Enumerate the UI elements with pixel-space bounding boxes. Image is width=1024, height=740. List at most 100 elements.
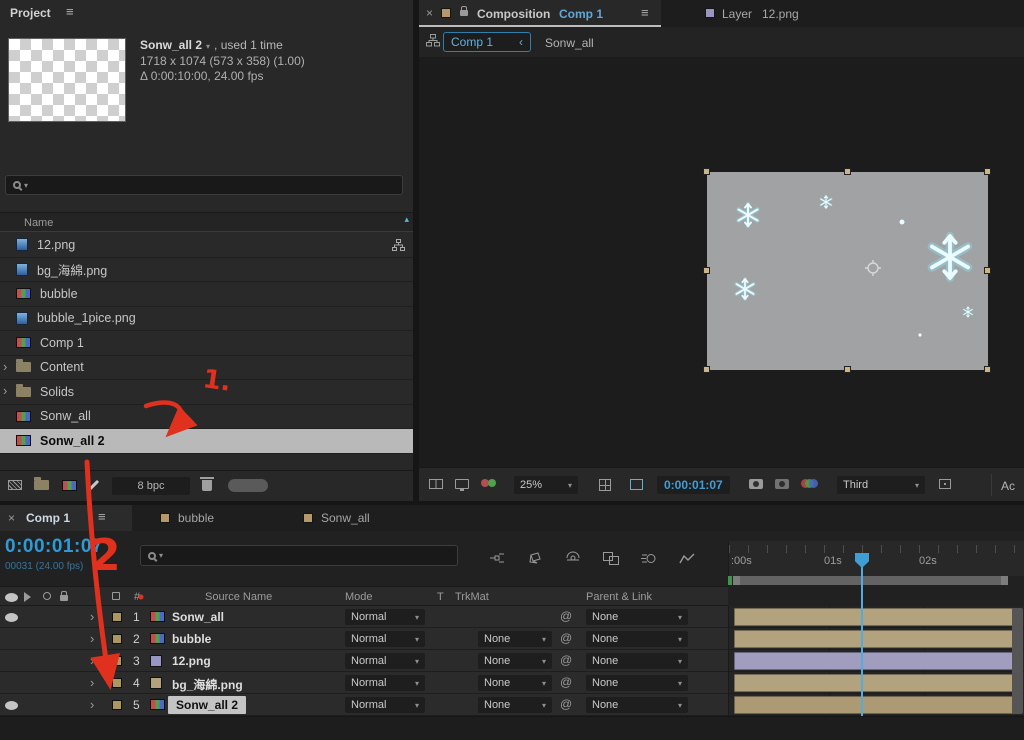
show-snapshot-icon[interactable] [775, 479, 789, 489]
camera-view-label[interactable]: Ac [1001, 479, 1015, 493]
tab-layer[interactable]: Layer 12.png [700, 0, 860, 27]
selection-handle[interactable] [844, 366, 851, 373]
selected-layer-frame[interactable] [707, 172, 988, 370]
selection-handle[interactable] [703, 267, 710, 274]
mode-column-header[interactable]: Mode [345, 591, 373, 603]
region-of-interest-icon[interactable] [630, 479, 643, 490]
project-item-label[interactable]: Content [40, 360, 84, 374]
layer-label-color-chip[interactable] [112, 656, 122, 666]
project-item-label[interactable]: bg_海綿.png [37, 260, 107, 279]
close-icon[interactable]: × [8, 511, 15, 525]
layer-mode-dropdown[interactable]: Normal ▾ [345, 675, 425, 691]
parent-pickwhip-icon[interactable]: @ [560, 609, 572, 623]
project-item[interactable]: bg_海綿.png [0, 257, 413, 282]
adjustment-pen-icon[interactable] [87, 479, 100, 492]
layer-duration-bar[interactable] [734, 652, 1013, 670]
project-item-label[interactable]: bubble_1pice.png [37, 311, 136, 325]
number-column-header[interactable]: # [134, 591, 140, 603]
t-column-header[interactable]: T [437, 591, 444, 603]
selection-handle[interactable] [703, 168, 710, 175]
project-item[interactable]: Sonw_all [0, 404, 413, 429]
shy-layers-icon[interactable] [560, 547, 586, 569]
solo-column-icon[interactable] [43, 592, 51, 600]
timeline-layer-row[interactable]: › 2 bubble Normal ▾ None ▾ @ None ▾ [0, 628, 728, 650]
project-item[interactable]: bubble [0, 282, 413, 307]
composition-viewport[interactable] [419, 57, 1024, 467]
interpret-footage-icon[interactable] [8, 480, 22, 490]
mini-flowchart-icon[interactable] [426, 34, 440, 50]
layer-expand-chevron-icon[interactable]: › [90, 631, 94, 646]
monitor-icon[interactable] [455, 479, 469, 491]
project-item[interactable]: › Content [0, 355, 413, 380]
audio-column-speaker-icon[interactable] [24, 592, 36, 602]
breadcrumb-layer-label[interactable]: Sonw_all [545, 36, 594, 50]
source-name-column-header[interactable]: Source Name [205, 591, 272, 603]
view-layout-icon[interactable] [429, 479, 443, 489]
layer-name[interactable]: Sonw_all 2 [168, 696, 247, 714]
parent-pickwhip-icon[interactable]: @ [560, 697, 572, 711]
selection-handle[interactable] [844, 168, 851, 175]
layer-parent-dropdown[interactable]: None ▾ [586, 631, 688, 647]
current-timecode[interactable]: 0:00:01:07 [5, 536, 103, 558]
work-area-bar[interactable] [733, 576, 1008, 585]
layer-label-color-chip[interactable] [112, 634, 122, 644]
lock-icon[interactable] [460, 6, 468, 16]
timeline-layer-row[interactable]: › 3 12.png Normal ▾ None ▾ @ None ▾ [0, 650, 728, 672]
name-column-header[interactable]: Name [24, 217, 53, 229]
project-item-label[interactable]: bubble [40, 287, 78, 301]
new-folder-icon[interactable] [34, 477, 49, 490]
selection-handle[interactable] [984, 168, 991, 175]
tab-composition[interactable]: × Composition Comp 1 ≡ [419, 0, 661, 27]
layer-parent-dropdown[interactable]: None ▾ [586, 697, 688, 713]
project-search-input[interactable]: ▾ [5, 175, 403, 195]
project-panel-title[interactable]: Project [10, 6, 51, 20]
selection-handle[interactable] [984, 267, 991, 274]
time-ruler[interactable]: :00s 01s 02s [728, 541, 1024, 576]
current-time-indicator-line[interactable] [861, 563, 863, 716]
project-item-label[interactable]: 12.png [37, 238, 75, 252]
zoom-dropdown[interactable]: 25% ▾ [514, 476, 578, 494]
project-item-label[interactable]: Sonw_all 2 [40, 434, 105, 448]
channel-eyes-icon[interactable] [481, 479, 497, 488]
project-item-label[interactable]: Sonw_all [40, 409, 91, 423]
lock-column-icon[interactable] [60, 591, 68, 601]
timeline-layer-row[interactable]: › 1 Sonw_all Normal ▾ @ None ▾ [0, 606, 728, 628]
project-item[interactable]: bubble_1pice.png [0, 306, 413, 331]
delete-trash-icon[interactable] [200, 477, 214, 491]
expand-chevron-icon[interactable]: › [3, 359, 7, 374]
close-icon[interactable]: × [426, 6, 433, 20]
project-item[interactable]: › Solids [0, 380, 413, 405]
label-column-icon[interactable] [112, 592, 120, 600]
search-options-chevron-icon[interactable]: ▾ [24, 181, 28, 190]
layer-label-color-chip[interactable] [112, 700, 122, 710]
timeline-tab-bubble[interactable]: bubble [152, 505, 272, 531]
layer-mode-dropdown[interactable]: Normal ▾ [345, 653, 425, 669]
parent-pickwhip-icon[interactable]: @ [560, 675, 572, 689]
layer-expand-chevron-icon[interactable]: › [90, 675, 94, 690]
layer-expand-chevron-icon[interactable]: › [90, 697, 94, 712]
parent-link-column-header[interactable]: Parent & Link [586, 591, 652, 603]
layer-trkmat-dropdown[interactable]: None ▾ [478, 697, 552, 713]
resolution-dropdown[interactable]: Third ▾ [837, 476, 925, 494]
graph-editor-icon[interactable] [674, 547, 700, 569]
trkmat-column-header[interactable]: TrkMat [455, 591, 489, 603]
parent-pickwhip-icon[interactable]: @ [560, 653, 572, 667]
project-item[interactable]: Comp 1 [0, 331, 413, 356]
layer-expand-chevron-icon[interactable]: › [90, 609, 94, 624]
sort-indicator-icon[interactable]: ▴ [404, 214, 409, 225]
layer-trkmat-dropdown[interactable]: None ▾ [478, 675, 552, 691]
selection-handle[interactable] [984, 366, 991, 373]
layer-mode-dropdown[interactable]: Normal ▾ [345, 631, 425, 647]
visibility-eye-icon[interactable] [5, 701, 18, 710]
layer-parent-dropdown[interactable]: None ▾ [586, 653, 688, 669]
expand-chevron-icon[interactable]: › [3, 383, 7, 398]
frame-blending-icon[interactable] [598, 547, 624, 569]
timeline-graph-area[interactable] [728, 606, 1024, 716]
search-options-chevron-icon[interactable]: ▾ [159, 551, 163, 560]
panel-menu-icon[interactable]: ≡ [641, 5, 649, 20]
layer-duration-bar[interactable] [734, 630, 1013, 648]
show-channels-icon[interactable] [801, 479, 818, 489]
panel-menu-icon[interactable]: ≡ [98, 509, 106, 524]
parent-pickwhip-icon[interactable]: @ [560, 631, 572, 645]
composition-mini-flowchart-icon[interactable] [484, 547, 510, 569]
